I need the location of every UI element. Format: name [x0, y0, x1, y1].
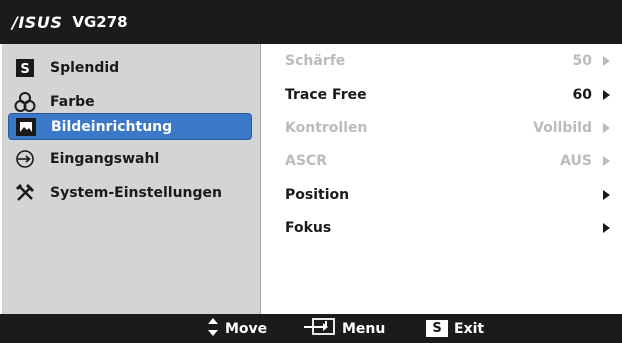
chevron-right-icon — [603, 56, 610, 66]
enter-key-icon — [302, 317, 336, 341]
setting-row-ascr[interactable]: ASCR AUS — [261, 146, 620, 176]
tools-icon — [14, 182, 36, 204]
setting-value: 60 — [572, 87, 592, 103]
sidebar-item-bildeinrichtung[interactable]: Bildeinrichtung — [8, 113, 252, 140]
chevron-right-icon — [603, 190, 610, 200]
s-key-icon: S — [426, 320, 448, 337]
menu-label: Menu — [342, 320, 386, 337]
settings-panel: Schärfe 50 Trace Free 60 Kontrollen Voll… — [261, 44, 620, 314]
chevron-right-icon — [603, 156, 610, 166]
move-label: Move — [225, 320, 268, 337]
sidebar-item-splendid[interactable]: S Splendid — [8, 54, 252, 81]
sidebar: S Splendid Farbe Bildeinrichtung Eingang… — [2, 44, 261, 314]
exit-label: Exit — [454, 320, 485, 337]
sidebar-item-label: Splendid — [50, 59, 120, 76]
move-hint: Move — [207, 314, 267, 343]
svg-text:S: S — [20, 62, 29, 77]
sidebar-item-system-einstellungen[interactable]: System-Einstellungen — [8, 179, 252, 206]
model-name: VG278 — [72, 13, 128, 31]
sidebar-item-eingangswahl[interactable]: Eingangswahl — [8, 145, 252, 172]
osd-menu: /ISUS VG278 S Splendid Farbe Bildeinrich… — [0, 0, 622, 343]
setting-label: ASCR — [285, 153, 327, 169]
asus-logo: /ISUS — [12, 12, 63, 32]
setting-label: Kontrollen — [285, 120, 368, 136]
setting-row-kontrollen[interactable]: Kontrollen Vollbild — [261, 113, 620, 143]
setting-row-schaerfe[interactable]: Schärfe 50 — [261, 46, 620, 76]
setting-row-fokus[interactable]: Fokus — [261, 213, 620, 243]
key-hint-bar: Move Menu S Exit — [0, 314, 622, 343]
color-circles-icon — [14, 91, 36, 113]
setting-label: Trace Free — [285, 87, 367, 103]
setting-value: Vollbild — [533, 120, 592, 136]
sidebar-item-farbe[interactable]: Farbe — [8, 88, 252, 115]
chevron-right-icon — [603, 123, 610, 133]
sidebar-item-label: Farbe — [50, 93, 95, 110]
splendid-s-icon: S — [14, 57, 36, 79]
image-setup-icon — [15, 116, 37, 138]
sidebar-item-label: Eingangswahl — [50, 150, 160, 167]
input-select-icon — [14, 148, 36, 170]
setting-value: 50 — [572, 53, 592, 69]
sidebar-item-label: Bildeinrichtung — [51, 118, 173, 135]
setting-row-position[interactable]: Position — [261, 180, 620, 210]
setting-row-trace-free[interactable]: Trace Free 60 — [261, 80, 620, 110]
menu-hint: Menu — [302, 314, 385, 343]
title-bar: /ISUS VG278 — [0, 0, 622, 44]
setting-label: Position — [285, 187, 350, 203]
up-down-arrows-icon — [207, 317, 219, 341]
setting-value: AUS — [560, 153, 592, 169]
chevron-right-icon — [603, 90, 610, 100]
chevron-right-icon — [603, 223, 610, 233]
setting-label: Fokus — [285, 220, 332, 236]
exit-hint: S Exit — [426, 314, 484, 343]
sidebar-item-label: System-Einstellungen — [50, 184, 222, 201]
setting-label: Schärfe — [285, 53, 346, 69]
